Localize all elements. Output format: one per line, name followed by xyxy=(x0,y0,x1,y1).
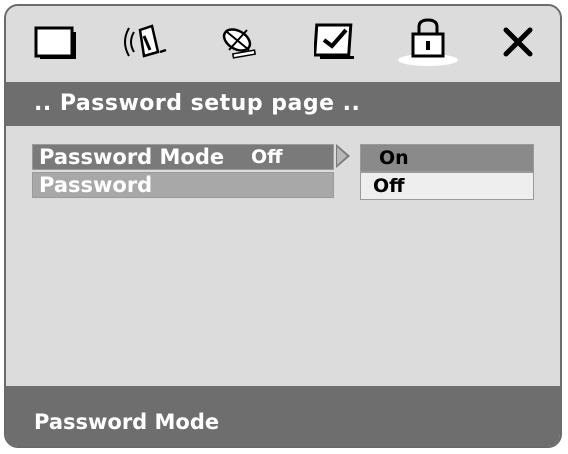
submenu-arrow-inner xyxy=(337,147,347,165)
checkbox-icon xyxy=(314,22,358,62)
menu-item-value: Off xyxy=(251,146,283,168)
tab-audio-setup[interactable] xyxy=(118,16,174,68)
close-icon xyxy=(501,25,535,59)
setup-window: .. Password setup page .. Password Mode … xyxy=(4,4,562,448)
option-on[interactable]: On xyxy=(360,144,534,172)
satellite-dish-icon xyxy=(217,22,263,62)
status-bar: Password Mode xyxy=(6,386,560,446)
page-title: .. Password setup page .. xyxy=(6,82,560,126)
tab-bar xyxy=(6,6,560,78)
tab-video-setup[interactable] xyxy=(212,16,268,68)
menu-item-password-mode[interactable]: Password Mode Off xyxy=(32,144,334,170)
tab-preference-setup[interactable] xyxy=(308,16,364,68)
option-off[interactable]: Off xyxy=(360,172,534,200)
lock-icon xyxy=(408,17,448,59)
speaker-icon xyxy=(122,22,170,62)
settings-panel: Password Mode Off Password On Off xyxy=(6,126,560,392)
tab-exit[interactable] xyxy=(490,16,546,68)
menu-item-label: Password xyxy=(39,173,153,197)
screen-icon xyxy=(34,24,78,60)
menu-item-label: Password Mode xyxy=(39,145,225,169)
tab-general-setup[interactable] xyxy=(28,16,84,68)
menu-item-password[interactable]: Password xyxy=(32,172,334,198)
tab-password-setup[interactable] xyxy=(398,16,458,68)
